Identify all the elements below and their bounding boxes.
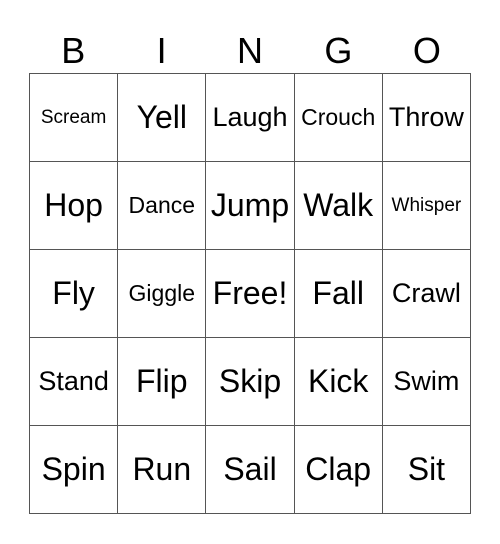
bingo-cell: Scream xyxy=(30,74,119,162)
bingo-cell: Run xyxy=(118,426,207,514)
bingo-cell: Walk xyxy=(294,162,383,250)
bingo-cell: Clap xyxy=(294,426,383,514)
bingo-cell: Sit xyxy=(382,426,471,514)
bingo-cell: Skip xyxy=(206,338,295,426)
bingo-cell: Yell xyxy=(118,74,207,162)
bingo-cell: Stand xyxy=(30,338,119,426)
bingo-cell: Fly xyxy=(30,250,119,338)
bingo-cell: Jump xyxy=(206,162,295,250)
bingo-cell: Sail xyxy=(206,426,295,514)
bingo-cell: Kick xyxy=(294,338,383,426)
bingo-cell: Spin xyxy=(30,426,119,514)
bingo-cell: Giggle xyxy=(118,250,207,338)
bingo-grid: Scream Yell Laugh Crouch Throw Hop Dance… xyxy=(29,73,471,514)
bingo-header: B I N G O xyxy=(29,30,471,72)
bingo-cell: Whisper xyxy=(382,162,471,250)
header-letter-g: G xyxy=(324,30,353,71)
header-letter-b: B xyxy=(61,30,86,71)
bingo-cell: Swim xyxy=(382,338,471,426)
header-letter-o: O xyxy=(412,30,441,71)
header-letter-n: N xyxy=(237,30,264,71)
bingo-cell: Laugh xyxy=(206,74,295,162)
header-letter-i: I xyxy=(156,30,167,71)
bingo-cell: Hop xyxy=(30,162,119,250)
free-space-cell: Free! xyxy=(206,250,295,338)
bingo-cell: Dance xyxy=(118,162,207,250)
bingo-cell: Crawl xyxy=(382,250,471,338)
bingo-cell: Throw xyxy=(382,74,471,162)
bingo-cell: Flip xyxy=(118,338,207,426)
bingo-cell: Crouch xyxy=(294,74,383,162)
bingo-cell: Fall xyxy=(294,250,383,338)
